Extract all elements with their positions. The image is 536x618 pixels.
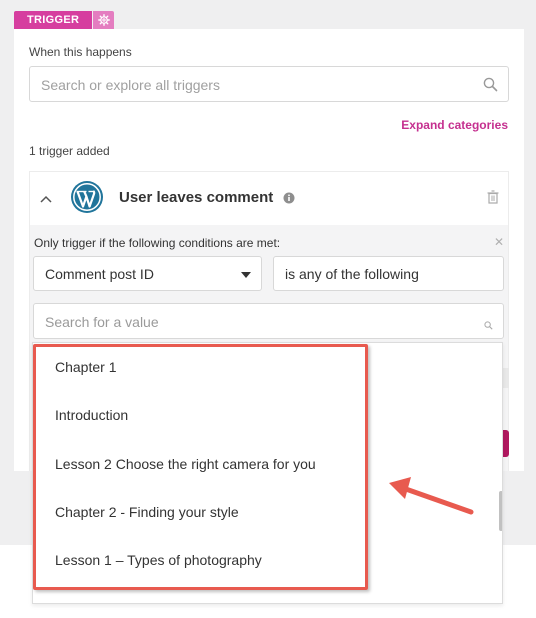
search-icon: [484, 317, 493, 335]
condition-operator-value: is any of the following: [285, 266, 419, 282]
when-this-happens-label: When this happens: [29, 45, 132, 59]
panel-edge-stub: [503, 368, 509, 388]
value-search-placeholder: Search for a value: [45, 314, 159, 330]
caret-down-icon: [241, 272, 251, 278]
search-icon: [483, 77, 498, 97]
gear-icon[interactable]: [93, 11, 115, 29]
annotation-highlight-box: [33, 344, 368, 590]
annotation-arrow-icon: [383, 472, 478, 525]
triggers-added-count: 1 trigger added: [29, 144, 110, 158]
info-icon[interactable]: [283, 191, 295, 209]
dropdown-scrollbar[interactable]: [499, 491, 502, 531]
trigger-tab-label: TRIGGER: [14, 11, 93, 29]
chevron-up-icon[interactable]: [39, 191, 53, 209]
wordpress-icon: [70, 180, 104, 219]
trigger-card-header[interactable]: User leaves comment: [30, 172, 508, 224]
trigger-title: User leaves comment: [119, 189, 274, 206]
save-button-edge[interactable]: [503, 430, 509, 457]
value-search-input[interactable]: Search for a value: [33, 303, 504, 339]
trigger-tab: TRIGGER: [14, 11, 115, 29]
expand-categories-link[interactable]: Expand categories: [401, 118, 508, 132]
condition-field-select[interactable]: Comment post ID: [33, 256, 262, 291]
close-icon[interactable]: ✕: [494, 236, 504, 248]
trash-icon[interactable]: [487, 190, 499, 209]
trigger-search-placeholder: Search or explore all triggers: [41, 77, 220, 93]
conditions-label: Only trigger if the following conditions…: [34, 236, 281, 250]
condition-field-value: Comment post ID: [45, 266, 154, 282]
trigger-search-input[interactable]: Search or explore all triggers: [29, 66, 509, 102]
condition-operator-select[interactable]: is any of the following: [273, 256, 504, 291]
